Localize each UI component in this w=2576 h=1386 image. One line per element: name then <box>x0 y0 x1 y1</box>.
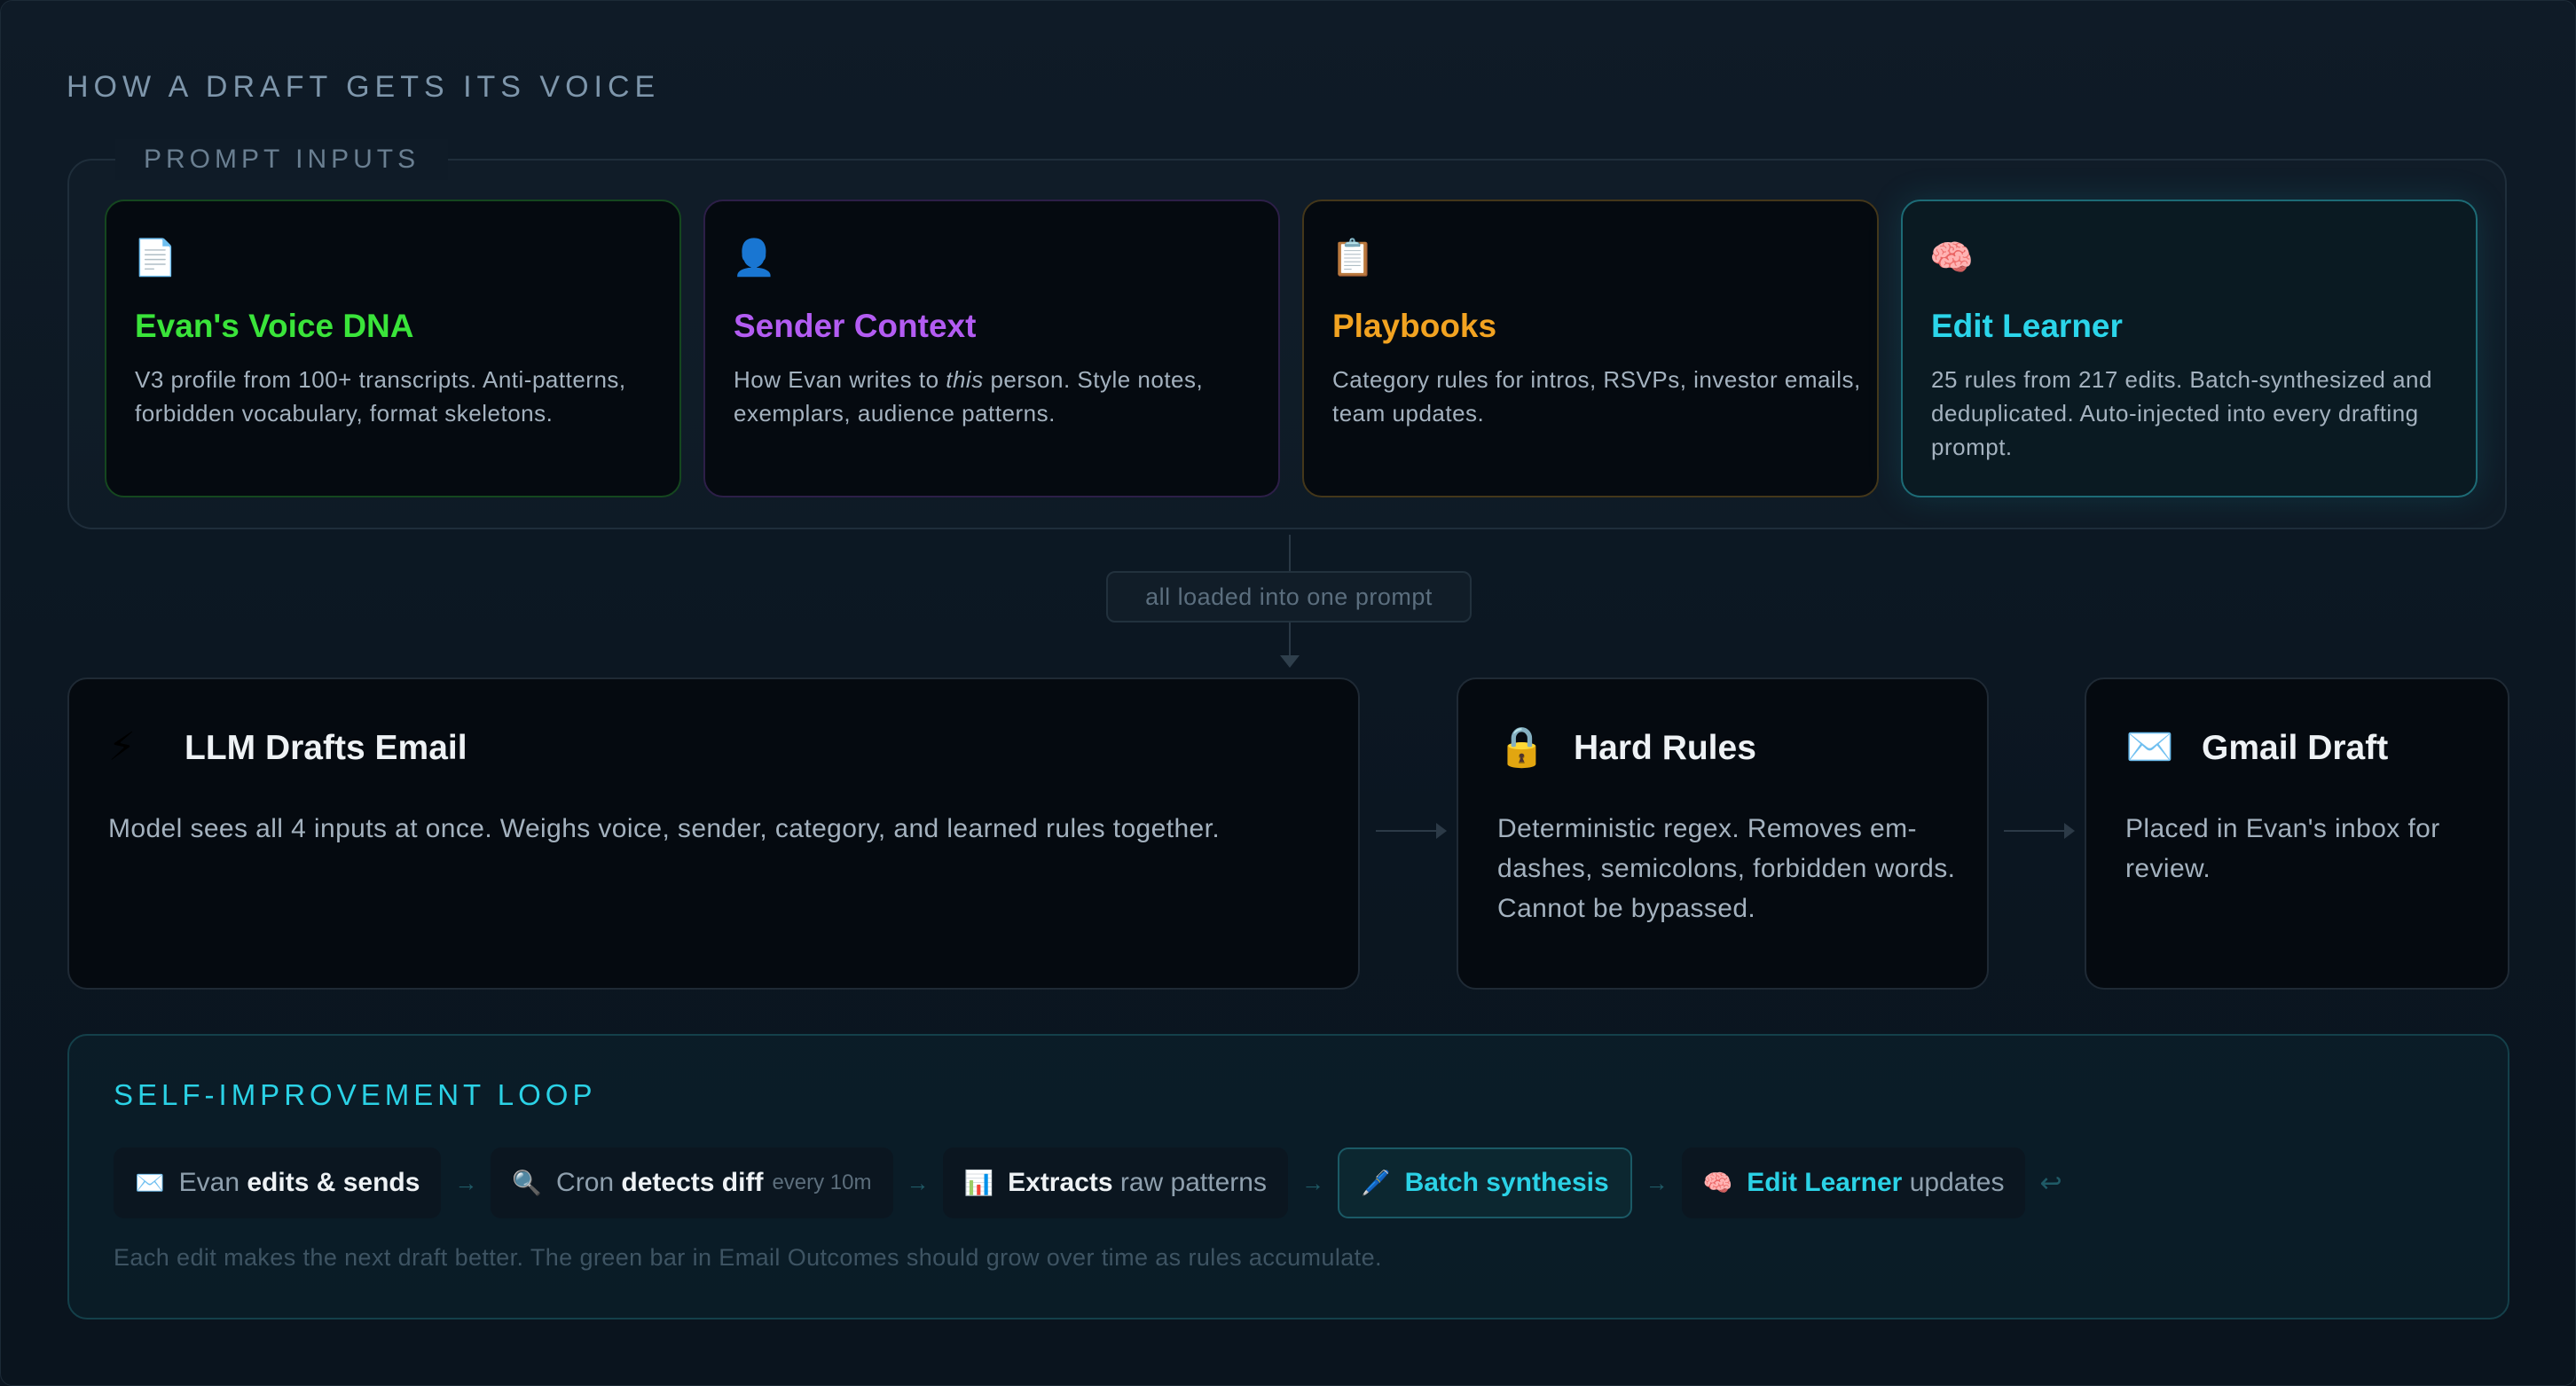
gmail-draft-card: ✉️ Gmail Draft Placed in Evan's inbox fo… <box>2085 677 2509 990</box>
loop-arrow-icon: → <box>1645 1169 1669 1196</box>
gmail-draft-title: Gmail Draft <box>2202 729 2389 767</box>
arrow-right-icon <box>2004 823 2075 839</box>
gmail-draft-description: Placed in Evan's inbox for review. <box>2125 814 2440 883</box>
arrow-down-icon <box>1280 655 1300 668</box>
voice-dna-title: Evan's Voice DNA <box>135 308 414 344</box>
connector-line-bottom <box>1289 623 1291 656</box>
document-icon: 📄 <box>133 239 177 278</box>
arrow-right-icon <box>1376 823 1447 839</box>
lock-icon: 🔒 <box>1497 725 1546 769</box>
edit-learner-description: 25 rules from 217 edits. Batch-synthesiz… <box>1931 366 2432 460</box>
prompt-inputs-group: PROMPT INPUTS 📄 Evan's Voice DNA V3 prof… <box>67 139 2507 529</box>
page-title: HOW A DRAFT GETS ITS VOICE <box>67 70 661 104</box>
sender-context-card: 👤 Sender Context How Evan writes to this… <box>703 200 1280 497</box>
loop-step-edit-learner: 🧠 Edit Learner updates <box>1681 1147 2026 1218</box>
loop-arrow-icon: → <box>1300 1169 1324 1196</box>
edit-learner-title: Edit Learner <box>1931 308 2123 344</box>
llm-drafts-title: LLM Drafts Email <box>185 729 467 767</box>
llm-drafts-description: Model sees all 4 inputs at once. Weighs … <box>108 814 1221 843</box>
person-icon: 👤 <box>732 239 776 278</box>
brain-icon: 🧠 <box>1929 239 1974 278</box>
llm-drafts-card: ⚡ LLM Drafts Email Model sees all 4 inpu… <box>67 677 1360 990</box>
self-improvement-loop: SELF-IMPROVEMENT LOOP ✉️ Evan edits & se… <box>67 1034 2509 1319</box>
playbooks-title: Playbooks <box>1332 308 1497 344</box>
envelope-icon: ✉️ <box>2125 725 2174 769</box>
connector-label: all loaded into one prompt <box>1106 571 1472 623</box>
hard-rules-card: 🔒 Hard Rules Deterministic regex. Remove… <box>1457 677 1989 990</box>
voice-dna-card: 📄 Evan's Voice DNA V3 profile from 100+ … <box>105 200 681 497</box>
loop-step-detects: 🔍 Cron detects diff every 10m <box>491 1147 893 1218</box>
envelope-icon: ✉️ <box>135 1170 165 1196</box>
playbooks-description: Category rules for intros, RSVPs, invest… <box>1332 366 1861 427</box>
connector-line-top <box>1289 535 1291 571</box>
hard-rules-title: Hard Rules <box>1574 729 1756 767</box>
pen-icon: 🖊️ <box>1360 1170 1391 1196</box>
loop-steps: ✉️ Evan edits & sends → 🔍 Cron detects d… <box>114 1147 2062 1218</box>
magnifier-icon: 🔍 <box>512 1170 543 1196</box>
sender-context-title: Sender Context <box>734 308 977 344</box>
edit-learner-card: 🧠 Edit Learner 25 rules from 217 edits. … <box>1901 200 2478 497</box>
loop-title: SELF-IMPROVEMENT LOOP <box>114 1078 597 1111</box>
brain-icon: 🧠 <box>1702 1170 1733 1196</box>
bar-chart-icon: 📊 <box>963 1170 994 1196</box>
clipboard-icon: 📋 <box>1331 239 1375 278</box>
playbooks-card: 📋 Playbooks Category rules for intros, R… <box>1302 200 1879 497</box>
lightning-icon: ⚡ <box>108 725 136 769</box>
loop-note: Each edit makes the next draft better. T… <box>114 1244 1382 1271</box>
loop-step-edits: ✉️ Evan edits & sends <box>114 1147 442 1218</box>
loop-step-batch-synthesis: 🖊️ Batch synthesis <box>1337 1147 1632 1218</box>
loop-arrow-icon: → <box>906 1169 930 1196</box>
diagram-frame: HOW A DRAFT GETS ITS VOICE PROMPT INPUTS… <box>0 0 2576 1386</box>
return-arrow-icon: ↩ <box>2039 1168 2062 1198</box>
loop-arrow-icon: → <box>454 1169 478 1196</box>
loop-step-extracts: 📊 Extracts raw patterns <box>942 1147 1288 1218</box>
prompt-inputs-legend: PROMPT INPUTS <box>115 139 449 180</box>
hard-rules-description: Deterministic regex. Removes em-dashes, … <box>1497 814 1956 923</box>
sender-context-description: How Evan writes to this person. Style no… <box>734 366 1204 427</box>
voice-dna-description: V3 profile from 100+ transcripts. Anti-p… <box>135 366 626 427</box>
